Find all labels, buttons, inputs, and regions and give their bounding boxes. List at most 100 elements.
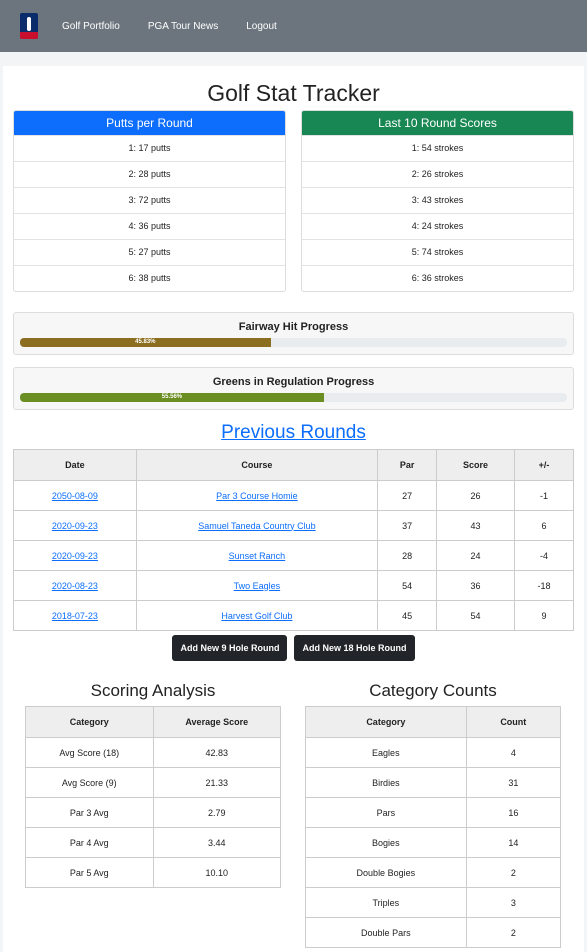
col-average-score: Average Score [152,706,281,738]
round-date-link[interactable]: 2050-08-09 [52,491,98,501]
category-cell: Bogies [305,827,467,858]
par-cell: 54 [377,570,438,601]
col-score: Score [436,449,515,481]
scores-card-header: Last 10 Round Scores [302,111,573,135]
fairway-progress-bar: 45.83% [20,338,271,347]
category-cell: Double Bogies [305,857,467,888]
plus-minus-cell: -4 [513,540,575,571]
putts-row: 1: 17 putts [14,135,285,161]
score-row: 1: 54 strokes [302,135,573,161]
score-row: 6: 36 strokes [302,265,573,291]
putts-row: 3: 72 putts [14,187,285,213]
table-row: 2020-09-23 Samuel Taneda Country Club 37… [13,510,575,541]
value-cell: 21.33 [152,767,281,798]
previous-rounds-link[interactable]: Previous Rounds [3,422,584,444]
course-link[interactable]: Harvest Golf Club [221,611,292,621]
category-cell: Double Pars [305,917,467,948]
score-cell: 24 [436,540,515,571]
table-row: Par 3 Avg 2.79 [25,797,281,828]
table-row: Double Pars 2 [305,917,562,948]
col-date: Date [13,449,137,481]
table-row: Eagles 4 [305,737,562,768]
plus-minus-cell: 9 [513,600,575,631]
putts-row: 2: 28 putts [14,161,285,187]
putts-card-header: Putts per Round [14,111,285,135]
nav-link-pga-tour-news[interactable]: PGA Tour News [148,21,218,32]
table-row: Birdies 31 [305,767,562,798]
table-row: 2050-08-09 Par 3 Course Homie 27 26 -1 [13,480,575,511]
round-date-link[interactable]: 2020-09-23 [52,521,98,531]
scoring-analysis-title: Scoring Analysis [90,681,216,700]
value-cell: 10.10 [152,857,281,888]
putts-card: Putts per Round 1: 17 putts 2: 28 putts … [13,110,286,292]
round-date-link[interactable]: 2020-08-23 [52,581,98,591]
category-cell: Triples [305,887,467,918]
course-link[interactable]: Two Eagles [234,581,281,591]
add-18-hole-round-button[interactable]: Add New 18 Hole Round [294,635,415,661]
count-cell: 16 [465,797,562,828]
add-round-buttons: Add New 9 Hole Round Add New 18 Hole Rou… [3,635,584,661]
category-counts-table: Category Count Eagles 4 Birdies 31 Pars 16 … [305,706,562,948]
gir-progress-bar: 55.56% [20,393,324,402]
par-cell: 37 [377,510,438,541]
table-row: Triples 3 [305,887,562,918]
table-row: Avg Score (18) 42.83 [25,737,281,768]
plus-minus-cell: -1 [513,480,575,511]
col-category: Category [25,706,154,738]
gir-progress-track: 55.56% [20,393,567,402]
score-row: 4: 24 strokes [302,213,573,239]
category-cell: Par 4 Avg [25,827,154,858]
category-cell: Par 3 Avg [25,797,154,828]
pga-tour-logo-icon[interactable] [20,13,38,39]
category-cell: Par 5 Avg [25,857,154,888]
table-row: Pars 16 [305,797,562,828]
col-count: Count [465,706,562,738]
count-cell: 4 [465,737,562,768]
fairway-progress-track: 45.83% [20,338,567,347]
course-link[interactable]: Par 3 Course Homie [216,491,298,501]
stat-cards: Putts per Round 1: 17 putts 2: 28 putts … [13,110,574,292]
course-link[interactable]: Sunset Ranch [229,551,286,561]
category-cell: Avg Score (18) [25,737,154,768]
table-row: Avg Score (9) 21.33 [25,767,281,798]
table-row: 2020-09-23 Sunset Ranch 28 24 -4 [13,540,575,571]
add-9-hole-round-button[interactable]: Add New 9 Hole Round [172,635,288,661]
category-cell: Pars [305,797,467,828]
count-cell: 31 [465,767,562,798]
gir-progress-panel: Greens in Regulation Progress 55.56% [13,367,574,410]
navbar: Golf Portfolio PGA Tour News Logout [0,0,587,52]
page-title: Golf Stat Tracker [207,80,380,106]
count-cell: 14 [465,827,562,858]
round-date-link[interactable]: 2018-07-23 [52,611,98,621]
score-cell: 36 [436,570,515,601]
plus-minus-cell: 6 [513,510,575,541]
col-course: Course [135,449,379,481]
score-row: 5: 74 strokes [302,239,573,265]
table-row: Double Bogies 2 [305,857,562,888]
score-cell: 26 [436,480,515,511]
putts-row: 4: 36 putts [14,213,285,239]
col-category: Category [305,706,467,738]
nav-link-golf-portfolio[interactable]: Golf Portfolio [62,21,120,32]
nav-link-logout[interactable]: Logout [246,21,277,32]
value-cell: 42.83 [152,737,281,768]
round-date-link[interactable]: 2020-09-23 [52,551,98,561]
table-row: Par 5 Avg 10.10 [25,857,281,888]
scores-card: Last 10 Round Scores 1: 54 strokes 2: 26… [301,110,574,292]
course-link[interactable]: Samuel Taneda Country Club [198,521,315,531]
score-row: 2: 26 strokes [302,161,573,187]
category-cell: Avg Score (9) [25,767,154,798]
par-cell: 45 [377,600,438,631]
count-cell: 2 [465,917,562,948]
table-row: 2020-08-23 Two Eagles 54 36 -18 [13,570,575,601]
count-cell: 3 [465,887,562,918]
col-plus-minus: +/- [513,449,575,481]
count-cell: 2 [465,857,562,888]
col-par: Par [377,449,438,481]
table-row: Par 4 Avg 3.44 [25,827,281,858]
table-row: Bogies 14 [305,827,562,858]
score-cell: 54 [436,600,515,631]
category-cell: Birdies [305,767,467,798]
category-cell: Eagles [305,737,467,768]
fairway-progress-label: Fairway Hit Progress [238,321,349,333]
